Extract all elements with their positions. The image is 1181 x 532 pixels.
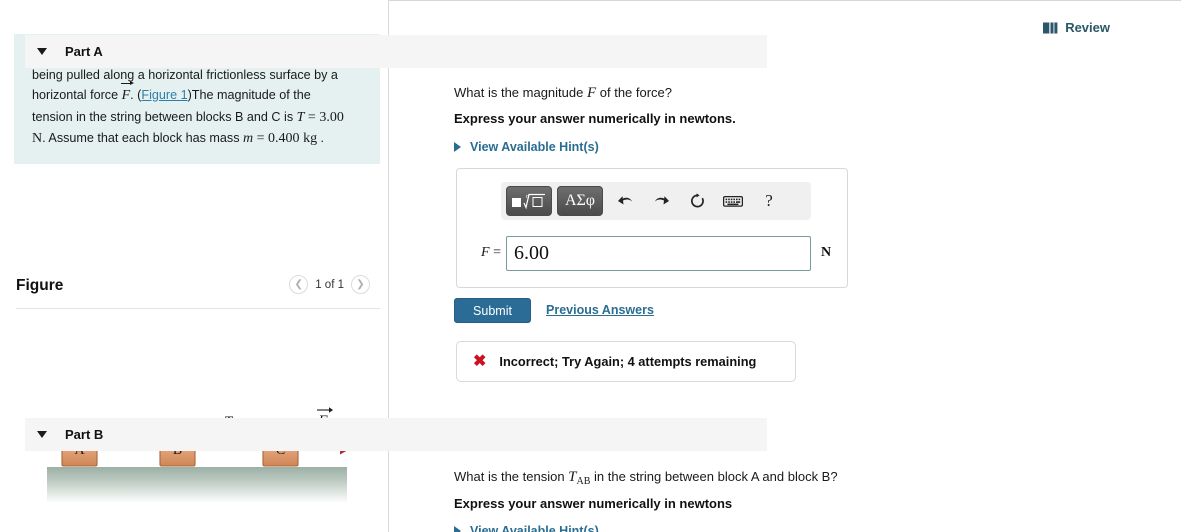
chevron-left-icon[interactable]: ❮: [289, 275, 309, 294]
tension-value: = 3.00: [304, 109, 344, 125]
mass-symbol: m: [243, 131, 254, 147]
figure-pager: ❮ 1 of 1 ❯: [289, 275, 370, 294]
part-b-question-sub: AB: [576, 475, 591, 487]
figure-page-label: 1 of 1: [315, 278, 344, 291]
sqrt-icon: n: [512, 193, 545, 210]
triangle-right-icon: [454, 142, 461, 152]
part-a-question-pre: What is the magnitude: [454, 85, 587, 100]
answer-lhs-equals: =: [489, 245, 501, 260]
answer-unit: N: [821, 245, 832, 260]
answer-input[interactable]: [506, 235, 811, 271]
problem-line-2: being pulled along a horizontal friction…: [32, 67, 338, 82]
chevron-down-icon[interactable]: [37, 431, 47, 438]
figure-title: Figure: [16, 277, 64, 294]
undo-arrow-icon[interactable]: [608, 186, 642, 216]
help-icon[interactable]: ?: [752, 186, 786, 216]
part-a-hint-link[interactable]: View Available Hint(s): [454, 140, 599, 154]
answer-lhs-symbol: F: [481, 245, 490, 260]
review-button[interactable]: Review: [1043, 20, 1110, 35]
problem-line-3-mid: . (: [130, 88, 142, 103]
part-b-label: Part B: [65, 427, 104, 442]
part-a-question-symbol: F: [586, 85, 597, 101]
figure-header: Figure ❮ 1 of 1 ❯: [16, 275, 376, 307]
part-a-question: What is the magnitude F of the force?: [454, 85, 672, 102]
part-b-question-post: in the string between block A and block …: [590, 469, 838, 484]
force-label-vector-head: [329, 407, 333, 413]
feedback-text: Incorrect; Try Again; 4 attempts remaini…: [499, 354, 757, 369]
previous-answers-link[interactable]: Previous Answers: [546, 303, 654, 317]
reset-icon: [690, 193, 704, 208]
part-a-question-post: of the force?: [596, 85, 673, 100]
part-b-header[interactable]: Part B: [25, 418, 767, 451]
problem-line-5-end: .: [317, 131, 325, 146]
answer-row: F = N: [457, 231, 849, 275]
part-a-label: Part A: [65, 44, 103, 59]
chevron-down-icon[interactable]: [37, 48, 47, 55]
math-toolbar: n ΑΣφ ?: [501, 182, 811, 220]
answer-lhs: F =: [457, 245, 506, 261]
mass-value: = 0.400: [253, 131, 304, 147]
figure-1-link[interactable]: Figure 1: [141, 88, 187, 102]
part-a-hint-label: View Available Hint(s): [470, 140, 599, 154]
problem-line-3-pre: horizontal force: [32, 88, 122, 103]
page-root: Three identical blocks connected by idea…: [0, 0, 1181, 532]
force-vector-symbol: F: [120, 81, 134, 107]
tension-unit: N: [32, 131, 43, 147]
greek-symbols-button[interactable]: ΑΣφ: [557, 186, 603, 216]
red-x-icon: ✖: [473, 352, 487, 370]
problem-line-4-pre: tension in the string between blocks B a…: [32, 109, 297, 124]
redo-icon: [654, 195, 669, 204]
book-icon: [1043, 22, 1058, 33]
triangle-right-icon: [454, 526, 461, 532]
mass-unit: kg: [303, 131, 318, 147]
keyboard-glyph-icon: [723, 195, 743, 207]
feedback-banner: ✖ Incorrect; Try Again; 4 attempts remai…: [456, 341, 796, 382]
reset-circle-icon[interactable]: [680, 186, 714, 216]
part-b-instruction: Express your answer numerically in newto…: [454, 496, 733, 511]
redo-arrow-icon[interactable]: [644, 186, 678, 216]
chevron-right-icon[interactable]: ❯: [351, 275, 370, 294]
keyboard-icon[interactable]: [716, 186, 750, 216]
part-b-question-pre: What is the tension: [454, 469, 569, 484]
part-b-question-symbol: T: [568, 469, 577, 485]
problem-line-3-post: )The magnitude of the: [187, 88, 311, 103]
part-b-hint-link[interactable]: View Available Hint(s): [454, 524, 599, 532]
problem-line-5-mid: . Assume that each block has mass: [42, 131, 244, 146]
review-label: Review: [1065, 20, 1110, 35]
part-a-header[interactable]: Part A: [25, 35, 767, 68]
part-a-answer-card: n ΑΣφ ? F = 6.00 N: [456, 168, 848, 288]
submit-button[interactable]: Submit: [454, 298, 531, 323]
figure-divider: [16, 308, 380, 309]
part-b-hint-label: View Available Hint(s): [470, 524, 599, 532]
sqrt-template-button[interactable]: n: [506, 186, 552, 216]
part-b-question: What is the tension TAB in the string be…: [454, 469, 838, 487]
undo-icon: [617, 195, 632, 204]
ground-surface: [47, 467, 347, 503]
left-pane: Three identical blocks connected by idea…: [0, 0, 388, 532]
part-a-instruction: Express your answer numerically in newto…: [454, 111, 736, 126]
